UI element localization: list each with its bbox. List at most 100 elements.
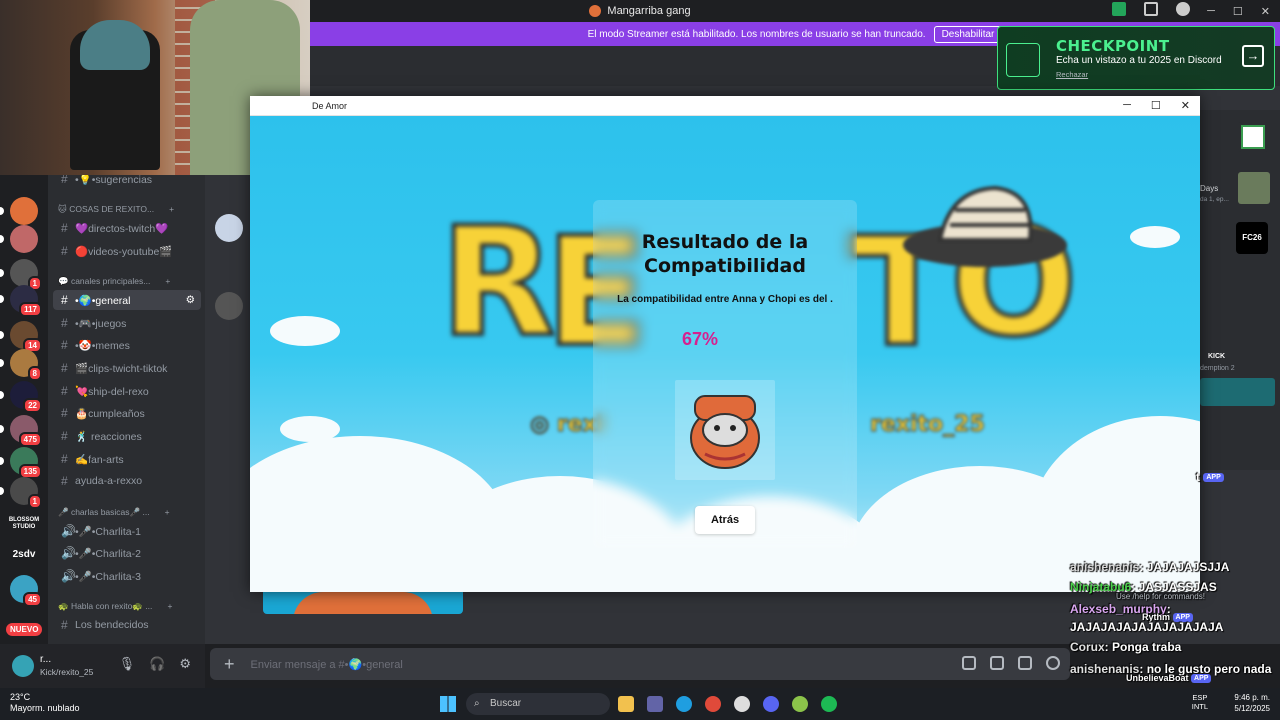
flag-icon[interactable] <box>1112 2 1126 16</box>
category-principales[interactable]: 💬 canales principales... + <box>58 276 170 287</box>
logo-letter: R <box>438 194 557 372</box>
help-icon[interactable] <box>1176 2 1190 16</box>
maximize-icon[interactable]: ☐ <box>1151 99 1161 112</box>
channel-videos[interactable]: # 🔴videos-youtube🎬 <box>53 241 201 261</box>
server-icon[interactable]: 117 <box>10 285 42 317</box>
taskbar-apps <box>618 696 837 712</box>
overlay-line: JAJAJAJAJAJAJAJAJAJA <box>1070 620 1224 634</box>
voice-charlita-1[interactable]: 🔊 •🎤•Charlita-1 <box>53 521 201 541</box>
avatar[interactable] <box>12 655 34 677</box>
inbox-icon[interactable] <box>1144 2 1158 16</box>
grid-icon[interactable] <box>1238 122 1268 152</box>
channel-juegos[interactable]: # •🎮•juegos <box>53 313 201 333</box>
message-avatar[interactable] <box>215 292 243 320</box>
maximize-icon[interactable]: ☐ <box>1233 5 1243 18</box>
app-background: R E T O ◎ rexi rexito_25 Resultado de la… <box>250 116 1200 592</box>
checkpoint-dismiss[interactable]: Rechazar <box>1056 70 1088 79</box>
channel-ayuda[interactable]: # ayuda-a-rexxo <box>53 471 201 491</box>
channel-memes[interactable]: # •🤡•memes <box>53 335 201 355</box>
file-explorer-icon[interactable] <box>618 696 634 712</box>
unread-pill <box>0 331 4 339</box>
server-icon[interactable] <box>10 197 38 225</box>
user-controls: 🎙 🎧 ⚙ <box>119 656 191 672</box>
edge-icon[interactable] <box>676 696 692 712</box>
obs-icon[interactable] <box>734 696 750 712</box>
emoji-icon[interactable] <box>1046 656 1060 670</box>
add-attachment-icon[interactable]: + <box>224 654 235 675</box>
discord-icon[interactable] <box>763 696 779 712</box>
channel-general[interactable]: # •🌍•general ⚙ <box>53 290 201 310</box>
message-input[interactable]: + Enviar mensaje a #•🌍•general <box>210 648 1070 680</box>
taskbar-search[interactable]: ⌕ Buscar <box>466 693 610 715</box>
close-icon[interactable]: ✕ <box>1261 5 1270 18</box>
kick-label: KICK <box>1208 353 1226 360</box>
server-icon[interactable]: 1 <box>10 259 42 291</box>
microphone-icon[interactable]: 🎙 <box>119 656 136 672</box>
clock[interactable]: 9:46 p. m. 5/12/2025 <box>1234 692 1270 714</box>
activity-thumb[interactable] <box>1238 172 1270 204</box>
close-icon[interactable]: ✕ <box>1181 99 1190 112</box>
voice-charlita-3[interactable]: 🔊 •🎤•Charlita-3 <box>53 566 201 586</box>
server-icon[interactable]: 1 <box>10 477 42 509</box>
arrow-right-icon[interactable]: → <box>1242 45 1264 67</box>
mascot-icon <box>690 395 760 469</box>
settings-gear-icon[interactable]: ⚙ <box>179 656 191 672</box>
user-info[interactable]: r... Kick/rexito_25 <box>40 654 93 678</box>
teams-icon[interactable] <box>647 696 663 712</box>
channel-ship[interactable]: # 💘ship-del-rexo <box>53 381 201 401</box>
headphones-icon[interactable]: 🎧 <box>149 656 165 672</box>
back-button[interactable]: Atrás <box>695 506 755 534</box>
channel-bendecidos[interactable]: # Los bendecidos <box>53 615 201 635</box>
chrome-icon[interactable] <box>705 696 721 712</box>
activity-banner[interactable] <box>1200 378 1275 406</box>
server-rail: BLOSSOM STUDIO 2sdv 45 NUEVO 1 117 14 8 22 47… <box>0 175 48 645</box>
channel-cumple[interactable]: # 🎂cumpleaños <box>53 403 201 423</box>
message-avatar[interactable] <box>215 214 243 242</box>
search-icon: ⌕ <box>474 698 480 709</box>
category-habla[interactable]: 🐢 Habla con rexito🐢 ... + <box>58 601 172 612</box>
title-icons <box>1112 2 1190 16</box>
xbox-icon[interactable] <box>792 696 808 712</box>
windows-start-icon[interactable] <box>440 696 456 712</box>
gift-icon[interactable] <box>962 656 976 670</box>
app-title-bar: De Amor <box>250 96 1200 116</box>
server-icon[interactable]: 22 <box>10 381 42 413</box>
server-icon[interactable]: 45 <box>10 575 42 607</box>
category-cosas[interactable]: 🐱 COSAS DE REXITO... + <box>58 204 174 215</box>
server-2sdv[interactable]: 2sdv <box>4 549 44 560</box>
unread-pill <box>0 425 4 433</box>
weather-widget[interactable]: 23°C Mayorm. nublado <box>10 692 80 714</box>
unread-pill <box>0 207 4 215</box>
checkpoint-icon <box>1006 43 1040 77</box>
disable-streamer-button[interactable]: Deshabilitar <box>933 25 1003 43</box>
sticker-icon[interactable] <box>1018 656 1032 670</box>
server-icon[interactable]: 135 <box>10 447 42 479</box>
unread-pill <box>0 391 4 399</box>
unread-pill <box>0 359 4 367</box>
server-icon[interactable]: 8 <box>10 349 42 381</box>
server-blossom[interactable]: BLOSSOM STUDIO <box>4 517 44 531</box>
server-icon[interactable] <box>10 225 38 253</box>
server-icon[interactable]: 475 <box>10 415 42 447</box>
server-icon[interactable]: 14 <box>10 321 42 353</box>
activity-title: Days <box>1200 184 1219 193</box>
overlay-line: Corux: Ponga traba <box>1070 640 1182 654</box>
gif-icon[interactable] <box>990 656 1004 670</box>
checkpoint-card[interactable]: CHECKPOINT Echa un vistazo a tu 2025 en … <box>997 26 1275 90</box>
unread-pill <box>0 295 4 303</box>
language-indicator[interactable]: ESP INTL <box>1192 693 1208 711</box>
window-title: Mangarriba gang <box>589 5 691 17</box>
gear-icon[interactable]: ⚙ <box>186 294 195 306</box>
channel-clips[interactable]: # 🎬clips-twicht-tiktok <box>53 358 201 378</box>
unread-pill <box>0 457 4 465</box>
channel-reacciones[interactable]: # 🕺 reacciones <box>53 426 201 446</box>
spotify-icon[interactable] <box>821 696 837 712</box>
channel-fanarts[interactable]: # ✍️fan-arts <box>53 449 201 469</box>
voice-charlita-2[interactable]: 🔊 •🎤•Charlita-2 <box>53 543 201 563</box>
minimize-icon[interactable]: ─ <box>1207 5 1215 17</box>
right-panel: Days da 1, ep... FC26 KICK demption 2 <box>1200 110 1280 470</box>
fc26-icon[interactable]: FC26 <box>1236 222 1268 254</box>
category-charlas[interactable]: 🎤 charlas basicas🎤 ... + <box>58 507 170 518</box>
channel-directos[interactable]: # 💜directos-twitch💜 <box>53 218 201 238</box>
minimize-icon[interactable]: ─ <box>1123 99 1131 112</box>
